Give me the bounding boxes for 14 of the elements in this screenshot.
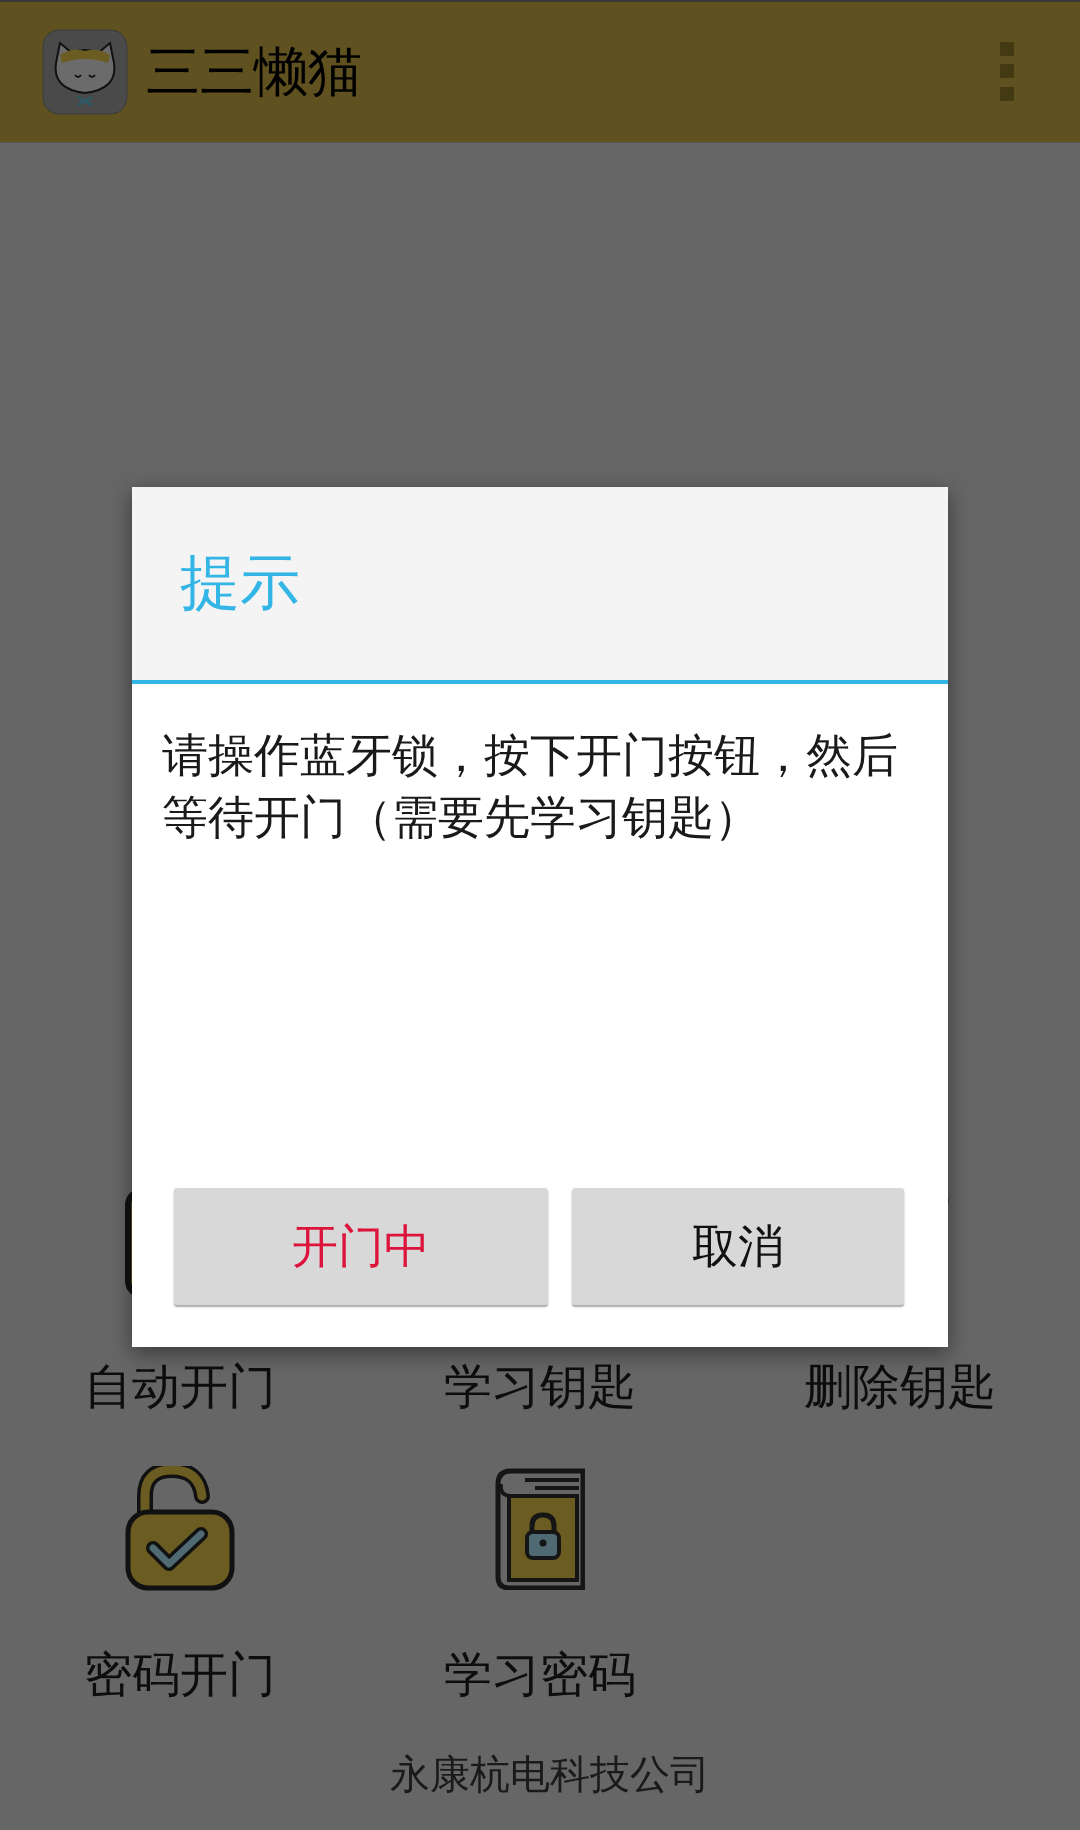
feature-label[interactable]: 学习钥匙 (444, 1358, 636, 1414)
company-name: 永康杭电科技公司 (389, 1750, 711, 1798)
feature-label[interactable]: 学习密码 (444, 1646, 636, 1702)
feature-label[interactable]: 删除钥匙 (804, 1358, 996, 1414)
cat-app-icon (42, 29, 128, 115)
feature-label[interactable]: 自动开门 (84, 1358, 276, 1414)
cancel-button[interactable]: 取消 (572, 1188, 904, 1305)
app-title: 三三懒猫 (146, 38, 363, 105)
dialog-title: 提示 (180, 546, 300, 619)
feature-label[interactable]: 密码开门 (84, 1646, 276, 1702)
opening-button[interactable]: 开门中 (174, 1188, 548, 1305)
dialog-message: 请操作蓝牙锁，按下开门按钮，然后等待开门（需要先学习钥匙） (162, 727, 899, 846)
book-padlock-icon[interactable] (495, 1467, 585, 1590)
open-padlock-check-icon[interactable] (125, 1466, 235, 1591)
